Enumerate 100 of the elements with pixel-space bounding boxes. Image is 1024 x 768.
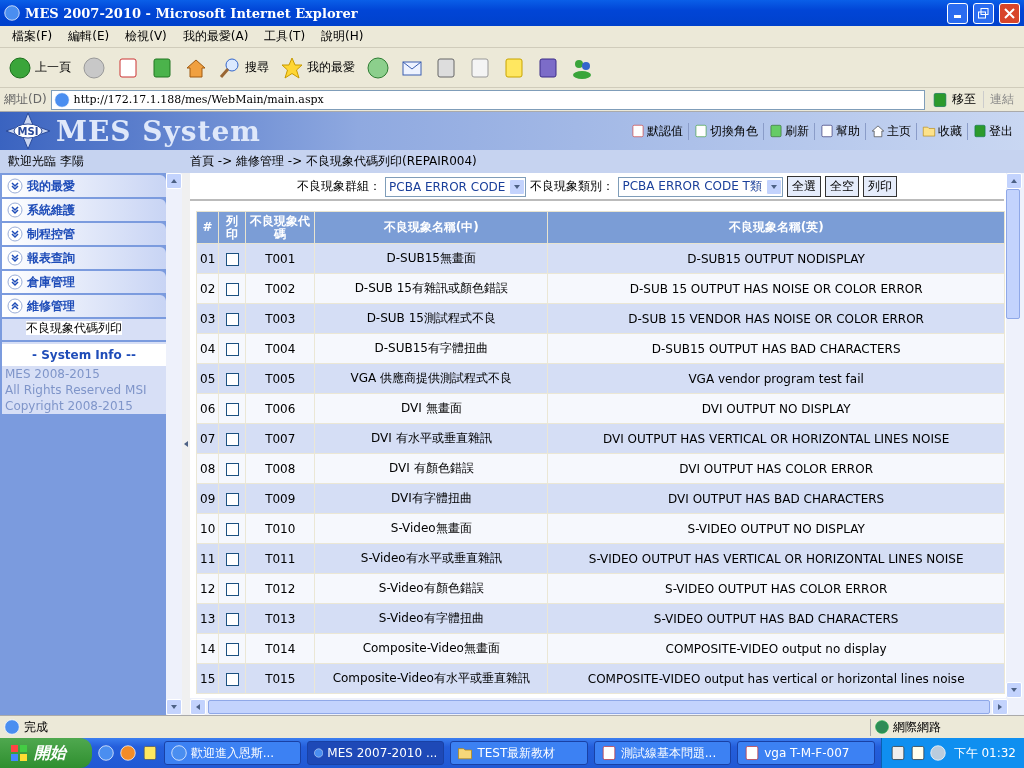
scroll-down-button[interactable] (1006, 682, 1022, 698)
taskbar-button[interactable]: TEST最新教材 (450, 741, 588, 765)
header-link[interactable]: 登出 (968, 122, 1018, 140)
up-arrow-icon[interactable] (1010, 177, 1018, 185)
checkbox[interactable] (225, 492, 239, 506)
menu-item[interactable]: 我的最愛(A) (174, 28, 257, 45)
dropdown[interactable]: PCBA ERROR CODE (385, 176, 527, 197)
toolbar-button[interactable]: 上一頁 (6, 54, 74, 81)
checkbox[interactable] (225, 582, 239, 596)
dropdown[interactable]: PCBA ERROR CODE T類 (618, 176, 783, 197)
sidebar-section[interactable]: 報表查詢 (2, 247, 166, 269)
taskbar-button[interactable]: 歡迎進入恩斯... (163, 741, 301, 765)
up-arrow-icon[interactable] (170, 177, 178, 185)
down-arrow-icon[interactable] (769, 182, 778, 191)
header-link[interactable]: 刷新 (764, 122, 815, 140)
checkbox[interactable] (225, 312, 239, 326)
expand-icon (7, 202, 23, 218)
header-link[interactable]: 主页 (866, 122, 917, 140)
scroll-left-button[interactable] (190, 698, 206, 715)
expand-icon (7, 226, 23, 242)
table-cell: S-VIDEO OUTPUT HAS COLOR ERROR (547, 573, 1005, 604)
table-cell: 10 (196, 513, 219, 544)
menu-item[interactable]: 說明(H) (313, 28, 372, 45)
minimize-icon (954, 14, 961, 18)
down-arrow-icon[interactable] (513, 182, 522, 191)
start-button[interactable]: 開始 (0, 738, 92, 768)
window-title: MES 2007-2010 - Microsoft Internet Explorer (25, 5, 359, 21)
menu-item[interactable]: 編輯(E) (60, 28, 118, 45)
menu-item[interactable]: 檢視(V) (117, 28, 175, 45)
checkbox[interactable] (225, 642, 239, 656)
collapse-handle-icon[interactable] (182, 440, 190, 448)
table-cell: T001 (245, 243, 315, 274)
checkbox[interactable] (225, 672, 239, 686)
checkbox[interactable] (225, 342, 239, 356)
filter-label: 不良現象群組： (297, 178, 382, 195)
column-header: # (196, 211, 219, 244)
checkbox[interactable] (225, 612, 239, 626)
restore-icon (978, 7, 989, 19)
info-text: MES 2008-2015 (4, 366, 101, 382)
header-link[interactable]: 默認值 (626, 122, 689, 140)
scroll-up-button[interactable] (1006, 173, 1022, 189)
address-label: 網址(D) (4, 91, 47, 108)
action-button[interactable]: 列印 (862, 176, 897, 197)
close-icon (1004, 7, 1015, 19)
down-arrow-icon[interactable] (170, 703, 178, 711)
right-arrow-icon[interactable] (996, 702, 1004, 711)
taskbar-button[interactable]: vga T-M-F-007 (737, 741, 875, 765)
taskbar-button[interactable]: 測試線基本問題... (593, 741, 732, 765)
checkbox[interactable] (225, 282, 239, 296)
table-cell: 02 (196, 273, 219, 304)
table-cell: T012 (245, 573, 315, 604)
table-cell: Composite-Video有水平或垂直雜訊 (314, 663, 548, 694)
table-cell: T006 (245, 393, 315, 424)
toolbar-button[interactable]: 搜尋 (216, 54, 272, 81)
sidebar-section[interactable]: 系統維護 (2, 199, 166, 221)
action-button[interactable]: 全空 (824, 176, 859, 197)
scroll-thumb[interactable] (1006, 189, 1020, 319)
table-cell: COMPOSITE-VIDEO output no display (547, 633, 1005, 664)
table-cell: D-SUB 15 OUTPUT HAS NOISE OR COLOR ERROR (547, 273, 1005, 304)
checkbox[interactable] (225, 432, 239, 446)
star-icon[interactable] (281, 56, 303, 79)
scroll-thumb[interactable] (208, 699, 990, 714)
scroll-up-button[interactable] (166, 173, 182, 189)
sidebar-item[interactable]: 不良現象代碼列印 (26, 321, 122, 335)
header-link[interactable]: 收藏 (917, 122, 968, 140)
sidebar-section[interactable]: 我的最愛 (2, 175, 166, 197)
toolbar-button[interactable]: 我的最愛 (278, 54, 358, 81)
menu-item[interactable]: 檔案(F) (4, 28, 61, 45)
checkbox[interactable] (225, 522, 239, 536)
sidebar-section[interactable]: 倉庫管理 (2, 271, 166, 293)
scroll-down-button[interactable] (166, 699, 182, 715)
down-arrow-icon[interactable] (1010, 686, 1018, 694)
menu-item[interactable]: 工具(T) (256, 28, 314, 45)
action-button[interactable]: 全選 (786, 176, 821, 197)
sidebar-section[interactable]: 維修管理 (2, 295, 166, 317)
checkbox[interactable] (225, 372, 239, 386)
header-link[interactable]: 切換角色 (689, 122, 764, 140)
checkbox[interactable] (225, 462, 239, 476)
checkbox[interactable] (225, 252, 239, 266)
go-button[interactable]: 移至 (929, 89, 979, 110)
windows-logo-icon (10, 744, 28, 762)
table-cell: S-VIDEO OUTPUT HAS VERTICAL OR HORIZONTAL LINES NOISE (547, 543, 1005, 574)
address-field[interactable]: http://172.17.1.188/mes/WebMain/main.aspx (50, 89, 925, 110)
header-link[interactable]: 幫助 (815, 122, 866, 140)
minimize-button[interactable] (947, 2, 968, 24)
scroll-right-button[interactable] (992, 698, 1008, 715)
table-cell: COMPOSITE-VIDEO output has vertical or horizontal lines noise (547, 663, 1005, 694)
column-header: 不良現象名稱(中) (314, 211, 548, 244)
zone-text: 網際網路 (893, 718, 941, 736)
table-cell: 12 (196, 573, 219, 604)
table-cell: DVI 無畫面 (314, 393, 548, 424)
left-arrow-icon[interactable] (194, 702, 202, 711)
checkbox[interactable] (225, 402, 239, 416)
checkbox[interactable] (225, 552, 239, 566)
search-icon[interactable] (219, 56, 241, 79)
taskbar-button[interactable]: MES 2007-2010 ... (307, 741, 445, 765)
table-cell: D-SUB 15測試程式不良 (314, 303, 548, 334)
sidebar-section[interactable]: 制程控管 (2, 223, 166, 245)
restore-button[interactable] (973, 2, 994, 24)
close-button[interactable] (999, 2, 1020, 24)
